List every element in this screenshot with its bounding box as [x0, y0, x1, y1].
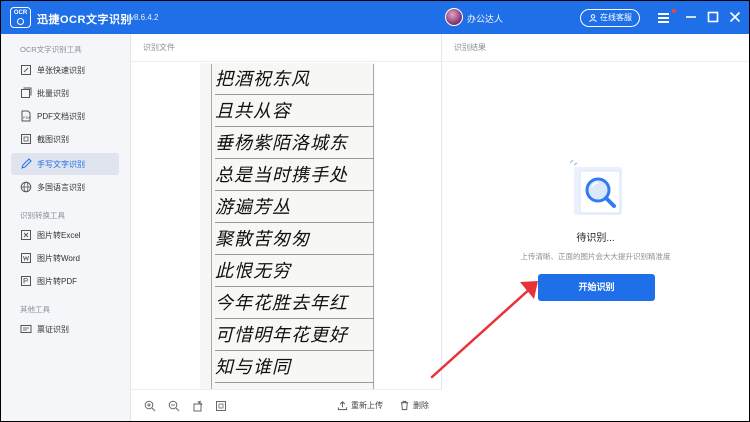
pdf-convert-icon	[21, 276, 31, 286]
sidebar-item-handwriting[interactable]: 手写文字识别	[11, 153, 119, 175]
sidebar-item-multilanguage[interactable]: 多国语言识别	[11, 176, 119, 198]
sidebar-item-single-scan[interactable]: 单张快速识别	[11, 59, 119, 81]
handwriting-line: 总是当时携手处	[215, 160, 374, 191]
zoom-out-icon[interactable]	[168, 400, 180, 412]
user-name[interactable]: 办公达人	[467, 12, 503, 25]
sidebar-item-batch[interactable]: 批量识别	[11, 82, 119, 104]
pen-icon	[21, 158, 32, 169]
menu-icon[interactable]	[657, 10, 671, 24]
file-panel-title: 识别文件	[143, 43, 175, 52]
annotation-arrow	[430, 281, 538, 379]
word-icon	[21, 253, 31, 263]
online-service-button[interactable]: 在线客服	[580, 9, 640, 27]
user-avatar[interactable]	[445, 8, 463, 26]
sidebar-item-word[interactable]: 图片转Word	[11, 247, 119, 269]
excel-icon	[21, 230, 31, 240]
magnifier-document-icon	[569, 159, 622, 215]
sidebar-section-convert: 识别转换工具	[20, 211, 65, 220]
batch-icon	[21, 87, 32, 98]
sidebar-section-other: 其他工具	[20, 305, 50, 314]
minimize-icon[interactable]	[684, 10, 698, 24]
sidebar: OCR文字识别工具 单张快速识别 批量识别 PDF PDF文档识别 截图识别 手…	[1, 34, 131, 421]
screenshot-icon	[21, 134, 31, 144]
rotate-icon[interactable]	[192, 400, 204, 412]
zoom-in-icon[interactable]	[144, 400, 156, 412]
sidebar-item-screenshot[interactable]: 截图识别	[11, 128, 119, 150]
sidebar-item-pdf[interactable]: PDF PDF文档识别	[11, 105, 119, 127]
handwriting-line: 聚散苦匆匆	[215, 224, 374, 255]
pdf-icon: PDF	[21, 110, 32, 122]
online-service-label: 在线客服	[600, 13, 632, 22]
sidebar-item-card[interactable]: 票证识别	[11, 318, 119, 340]
person-icon	[589, 14, 597, 22]
globe-icon	[20, 181, 32, 193]
title-bar: OCR 迅捷OCR文字识别 v8.6.4.2 办公达人 在线客服	[1, 1, 749, 34]
single-scan-icon	[21, 65, 31, 75]
handwriting-line: 垂杨紫陌洛城东	[215, 128, 374, 159]
file-panel: 识别文件 把酒祝东风 且共从容 垂杨紫陌洛城东 总是当时携手处 游遍芳丛 聚散苦…	[131, 34, 442, 421]
handwriting-line: 把酒祝东风	[215, 64, 374, 95]
sidebar-section-ocr: OCR文字识别工具	[20, 45, 82, 54]
maximize-icon[interactable]	[706, 10, 720, 24]
upload-icon	[337, 401, 348, 411]
handwriting-line: 可惜明年花更好	[215, 320, 374, 351]
handwriting-line: 且共从容	[215, 96, 374, 127]
app-name: 迅捷OCR文字识别	[37, 14, 132, 26]
status-text: 待识别...	[576, 233, 615, 244]
sidebar-item-excel[interactable]: 图片转Excel	[11, 224, 119, 246]
upload-tip: 上传清晰、正面的图片会大大提升识别精准度	[520, 252, 671, 261]
notification-dot	[672, 9, 676, 13]
handwriting-line: 游遍芳丛	[215, 192, 374, 223]
file-toolbar: 重新上传 删除	[131, 389, 442, 421]
handwriting-line: 今年花胜去年红	[215, 288, 374, 319]
close-icon[interactable]	[728, 10, 742, 24]
start-recognition-button[interactable]: 开始识别	[538, 274, 655, 301]
svg-text:PDF: PDF	[23, 115, 32, 120]
trash-icon	[400, 400, 409, 411]
result-panel-title: 识别结果	[454, 43, 486, 52]
delete-button[interactable]: 删除	[399, 399, 429, 413]
card-icon	[20, 325, 32, 333]
handwriting-line: 此恨无穷	[215, 256, 374, 287]
handwriting-line: 知与谁同	[215, 352, 374, 383]
app-window: OCR 迅捷OCR文字识别 v8.6.4.2 办公达人 在线客服 OCR文字识别…	[1, 1, 749, 421]
app-logo: OCR	[10, 7, 31, 28]
fit-screen-icon[interactable]	[215, 400, 227, 412]
app-version: v8.6.4.2	[130, 13, 159, 22]
handwriting-image: 把酒祝东风 且共从容 垂杨紫陌洛城东 总是当时携手处 游遍芳丛 聚散苦匆匆 此恨…	[201, 64, 374, 389]
sidebar-item-to-pdf[interactable]: 图片转PDF	[11, 270, 119, 292]
reupload-button[interactable]: 重新上传	[337, 399, 383, 413]
